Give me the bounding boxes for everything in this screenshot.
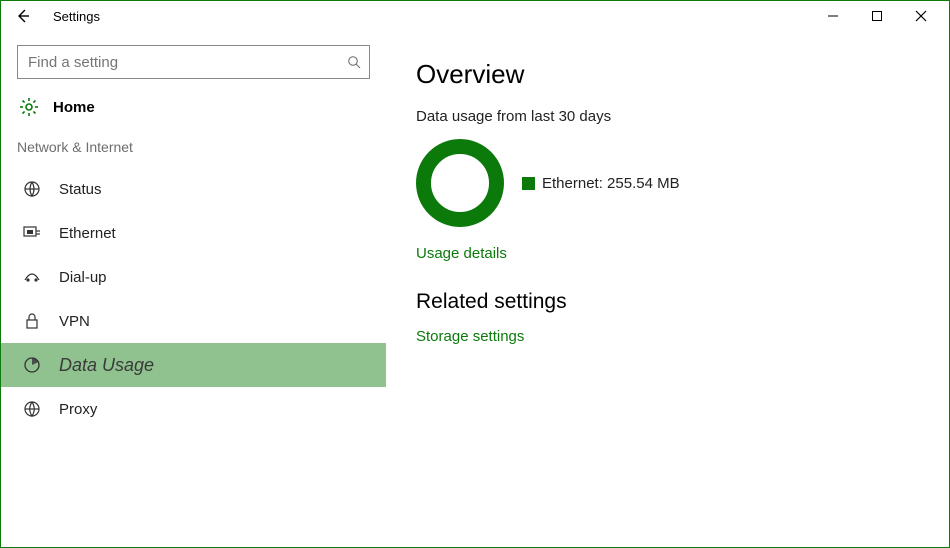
usage-details-link[interactable]: Usage details	[416, 245, 507, 262]
titlebar: Settings	[1, 1, 949, 31]
usage-chart-row: Ethernet: 255.54 MB	[416, 139, 919, 227]
sidebar-item-dialup[interactable]: Dial-up	[1, 255, 386, 299]
close-button[interactable]	[899, 2, 943, 30]
search-icon	[339, 55, 369, 70]
search-box[interactable]	[17, 45, 370, 79]
sidebar-item-label: Data Usage	[59, 355, 154, 376]
close-icon	[915, 10, 927, 22]
ethernet-icon	[21, 226, 43, 240]
content: Overview Data usage from last 30 days Et…	[386, 31, 949, 547]
maximize-button[interactable]	[855, 2, 899, 30]
sidebar-item-label: Ethernet	[59, 225, 116, 242]
sidebar-item-label: Proxy	[59, 401, 97, 418]
minimize-button[interactable]	[811, 2, 855, 30]
window-controls	[811, 2, 943, 30]
sidebar-item-label: VPN	[59, 313, 90, 330]
home-label: Home	[53, 99, 95, 116]
legend-square-icon	[522, 177, 535, 190]
legend-label: Ethernet: 255.54 MB	[542, 175, 680, 192]
section-title: Network & Internet	[1, 129, 386, 167]
maximize-icon	[871, 10, 883, 22]
sidebar-item-vpn[interactable]: VPN	[1, 299, 386, 343]
storage-settings-link[interactable]: Storage settings	[416, 328, 524, 345]
dialup-icon	[21, 270, 43, 284]
sidebar-item-proxy[interactable]: Proxy	[1, 387, 386, 431]
sidebar: Home Network & Internet Status Ethernet …	[1, 31, 386, 547]
proxy-icon	[21, 400, 43, 418]
minimize-icon	[827, 10, 839, 22]
gear-icon	[19, 97, 39, 117]
usage-legend: Ethernet: 255.54 MB	[522, 175, 680, 192]
page-heading: Overview	[416, 59, 919, 90]
related-heading: Related settings	[416, 290, 919, 314]
sidebar-item-status[interactable]: Status	[1, 167, 386, 211]
datausage-icon	[21, 356, 43, 374]
usage-donut-chart	[416, 139, 504, 227]
sidebar-item-label: Dial-up	[59, 269, 107, 286]
body: Home Network & Internet Status Ethernet …	[1, 31, 949, 547]
sidebar-item-datausage[interactable]: Data Usage	[1, 343, 386, 387]
window-title: Settings	[53, 9, 100, 24]
search-input[interactable]	[18, 54, 339, 71]
settings-window: Settings Hom	[0, 0, 950, 548]
home-button[interactable]: Home	[1, 93, 386, 129]
usage-subtext: Data usage from last 30 days	[416, 108, 919, 125]
vpn-icon	[21, 313, 43, 329]
sidebar-item-label: Status	[59, 181, 102, 198]
back-button[interactable]	[7, 2, 39, 30]
back-arrow-icon	[15, 8, 31, 24]
status-icon	[21, 180, 43, 198]
sidebar-item-ethernet[interactable]: Ethernet	[1, 211, 386, 255]
